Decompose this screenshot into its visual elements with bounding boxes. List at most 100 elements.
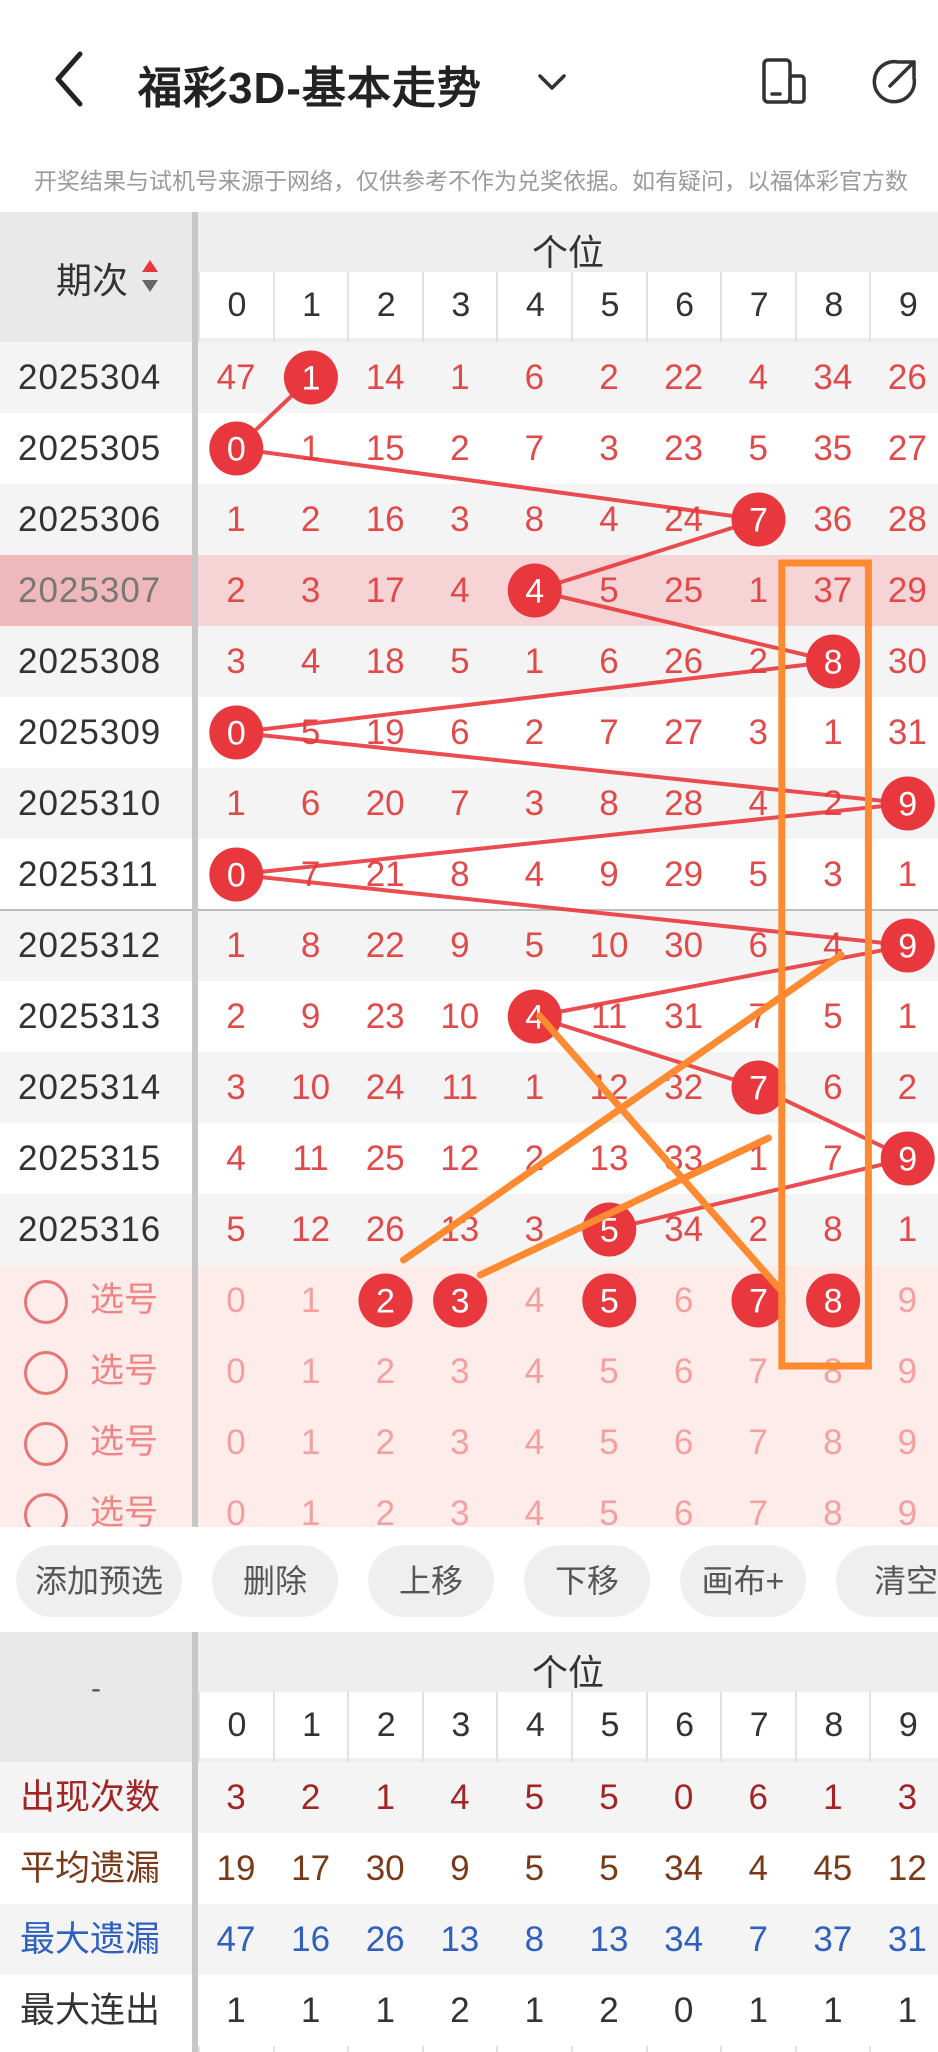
page-title[interactable]: 福彩3D-基本走势 — [138, 52, 482, 116]
stats-value: 1 — [375, 1991, 395, 2030]
stats-value: 3 — [226, 1778, 246, 1817]
stats-value: 2 — [599, 1991, 619, 2030]
stats-group-header: 个位 — [531, 1652, 604, 1693]
stats-digit-header-3: 3 — [423, 1692, 498, 1758]
stats-table: - 个位 0123456789 出现次数 3 2 1 4 5 5 0 6 1 3 平均遗漏 19 17 30… — [0, 1632, 938, 2052]
hit-ball: 4 — [507, 563, 562, 618]
stats-value: 1 — [300, 1991, 321, 2030]
selected-pick-ball: 5 — [582, 1273, 637, 1328]
stats-value: 26 — [365, 1920, 405, 1959]
toolbar-button-1[interactable]: 删除 — [212, 1545, 338, 1617]
stats-digit-header-1: 1 — [274, 1692, 349, 1758]
stats-value: 12 — [887, 1849, 927, 1888]
selected-pick-ball-text: 5 — [600, 1283, 619, 1321]
stats-column-separator — [192, 1632, 198, 2052]
hit-ball-text: 0 — [227, 715, 246, 753]
toolbar-button-2[interactable]: 上移 — [368, 1545, 494, 1617]
hit-ball: 8 — [806, 634, 861, 689]
hit-ball-text: 9 — [898, 1141, 917, 1179]
stats-digit-header-4: 4 — [498, 1692, 573, 1758]
hit-ball-text: 4 — [525, 573, 544, 611]
stats-row-label: 平均遗漏 — [20, 1849, 161, 1888]
stats-value: 6 — [748, 1778, 768, 1817]
hit-ball: 0 — [209, 421, 264, 476]
phone-toggle-icon[interactable] — [758, 56, 808, 106]
annotation-stroke — [476, 1134, 772, 1279]
selected-pick-ball-text: 7 — [749, 1283, 768, 1321]
hit-ball-text: 0 — [227, 431, 246, 469]
stats-value: 5 — [599, 1778, 619, 1817]
action-toolbar: 添加预选 删除 上移 下移 画布+ 清空 — [0, 1527, 938, 1632]
stats-row-label: 出现次数 — [20, 1778, 161, 1817]
stats-digit-header-5: 5 — [573, 1692, 647, 1758]
stats-row: 最大连出 1 1 1 2 1 2 0 1 1 1 — [0, 1975, 938, 2046]
hit-ball: 7 — [731, 1060, 786, 1115]
stats-value: 9 — [450, 1849, 470, 1888]
hit-ball: 9 — [880, 776, 935, 831]
stats-value: 7 — [748, 1920, 768, 1959]
trend-table: 期次 个位 0123456789 20253044711416222434262… — [0, 212, 938, 1549]
stats-value: 16 — [291, 1920, 331, 1959]
toolbar-button-4[interactable]: 画布+ — [680, 1545, 806, 1617]
stats-row-label: 最大遗漏 — [20, 1920, 161, 1959]
stats-value: 1 — [226, 1991, 246, 2030]
stats-digit-header-8: 8 — [796, 1692, 871, 1758]
stats-value: 13 — [440, 1920, 480, 1959]
hit-ball: 9 — [880, 1131, 935, 1186]
stats-value: 13 — [589, 1920, 629, 1959]
stats-value: 34 — [664, 1920, 704, 1959]
stats-value: 5 — [524, 1849, 545, 1888]
app-header: 福彩3D-基本走势 — [0, 0, 938, 145]
stats-value: 34 — [664, 1849, 704, 1888]
selected-pick-ball: 8 — [806, 1273, 861, 1328]
hit-ball-text: 9 — [898, 928, 917, 966]
stats-digit-header-7: 7 — [722, 1692, 797, 1758]
hit-ball: 0 — [209, 847, 264, 902]
hit-ball: 7 — [731, 492, 786, 547]
stats-row: 平均遗漏 19 17 30 9 5 5 34 4 45 12 — [0, 1833, 938, 1904]
stats-corner-label: - — [91, 1672, 101, 1705]
selected-pick-ball-text: 2 — [376, 1283, 395, 1321]
stats-value: 1 — [823, 1991, 843, 2030]
toolbar-button-5[interactable]: 清空 — [836, 1545, 938, 1617]
stats-row-label: 最大连出 — [20, 1991, 161, 2030]
stats-value: 37 — [813, 1920, 853, 1959]
stats-value: 1 — [823, 1778, 843, 1817]
stats-value: 1 — [375, 1778, 395, 1817]
stats-row: 最大遗漏 47 16 26 13 8 13 34 7 37 31 — [0, 1904, 938, 1975]
stats-value: 0 — [673, 1991, 694, 2030]
disclaimer-notice: 开奖结果与试机号来源于网络，仅供参考不作为兑奖依据。如有疑问，以福体彩官方数 — [34, 168, 908, 194]
stats-digit-header-9: 9 — [871, 1692, 938, 1758]
stats-row: 出现次数 3 2 1 4 5 5 0 6 1 3 — [0, 1762, 938, 1833]
share-icon[interactable] — [868, 56, 920, 108]
hit-ball: 0 — [209, 705, 264, 760]
hit-ball-text: 7 — [749, 1070, 768, 1108]
stats-value: 0 — [673, 1778, 694, 1817]
selected-pick-ball: 3 — [433, 1273, 488, 1328]
stats-digit-header-2: 2 — [349, 1692, 424, 1758]
hit-ball: 1 — [283, 350, 338, 405]
trend-lines: 10748090947952 3 5 7 8 — [209, 350, 935, 1370]
selected-pick-ball-text: 8 — [824, 1283, 843, 1321]
stats-value: 19 — [216, 1849, 256, 1888]
stats-digit-header-0: 0 — [200, 1692, 274, 1758]
hit-ball-text: 9 — [898, 786, 917, 824]
stats-value: 1 — [524, 1991, 545, 2030]
selected-pick-ball-text: 3 — [451, 1283, 470, 1321]
stats-value: 4 — [450, 1778, 470, 1817]
stats-value: 1 — [897, 1991, 918, 2030]
toolbar-button-3[interactable]: 下移 — [524, 1545, 650, 1617]
selected-pick-ball: 2 — [358, 1273, 413, 1328]
hit-ball-text: 7 — [749, 502, 768, 540]
chevron-down-icon[interactable] — [532, 62, 572, 102]
stats-value: 3 — [897, 1778, 918, 1817]
chevron-left-icon[interactable] — [40, 44, 100, 114]
hit-ball-text: 0 — [227, 857, 246, 895]
toolbar-button-0[interactable]: 添加预选 — [16, 1545, 182, 1617]
stats-digit-header-6: 6 — [647, 1692, 722, 1758]
hit-ball-text: 8 — [824, 644, 843, 682]
stats-value: 5 — [524, 1778, 545, 1817]
hit-ball-text: 1 — [301, 360, 320, 398]
stats-value: 47 — [216, 1920, 256, 1959]
stats-value: 8 — [524, 1920, 545, 1959]
